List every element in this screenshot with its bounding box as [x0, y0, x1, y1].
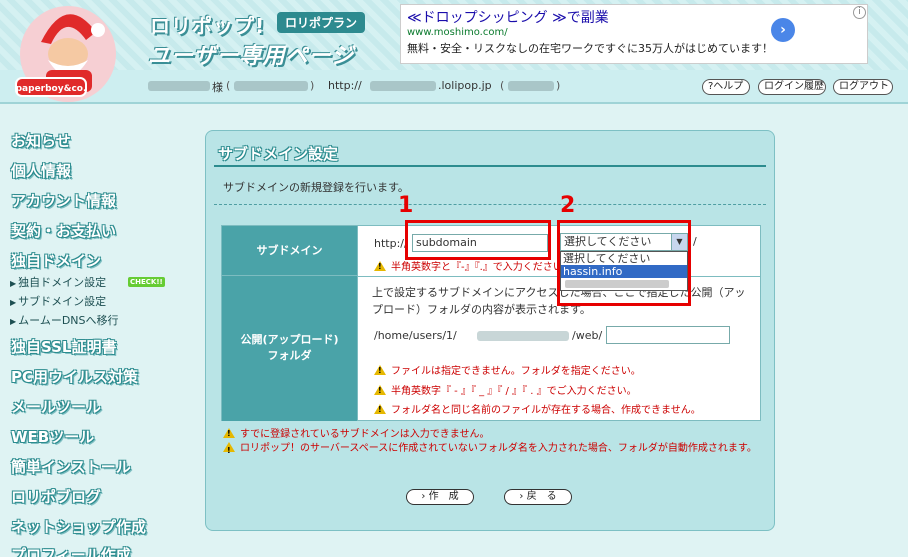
path-suffix: /web/: [572, 329, 603, 342]
page-description: サブドメインの新規登録を行います。: [223, 181, 409, 194]
header: paperboy&co. ロリポップ! ロリポプラン ユーザー専用ページ ≪ドロ…: [0, 0, 908, 104]
annotation-number-2: 2: [560, 193, 576, 218]
sidebar-item-profile[interactable]: プロフィール作成: [11, 544, 131, 557]
ad-banner[interactable]: ≪ドロップシッピング ≫で副業 www.moshimo.com/ 無料・安全・リ…: [400, 4, 868, 64]
paren-close: ): [556, 79, 561, 92]
sidebar-sub-label: サブドメイン設定: [18, 295, 107, 308]
sidebar-item-domain[interactable]: 独自ドメイン: [11, 250, 101, 271]
sidebar: お知らせ 個人情報 アカウント情報 契約・お支払い 独自ドメイン ▶ 独自ドメイン…: [0, 106, 175, 557]
slash-text: /: [693, 235, 697, 248]
triangle-right-icon: ▶: [10, 279, 17, 288]
scrollbar[interactable]: [893, 104, 908, 557]
logo-subtitle: ユーザー専用ページ: [148, 44, 355, 69]
subdomain-input[interactable]: subdomain: [412, 234, 548, 252]
sidebar-sub-subdomain-settings[interactable]: ▶ サブドメイン設定: [10, 293, 106, 309]
sidebar-item-easy-install[interactable]: 簡単インストール: [11, 456, 131, 477]
triangle-right-icon: ▶: [10, 317, 17, 326]
sidebar-item-mail[interactable]: メールツール: [11, 396, 101, 417]
title-divider: [214, 165, 766, 167]
plan-badge: ロリポプラン: [277, 12, 366, 33]
row-label-public-folder: 公開(アップロード) フォルダ: [222, 276, 358, 421]
dropdown-option[interactable]: 選択してください: [561, 252, 687, 265]
warning-icon: [223, 442, 235, 458]
sidebar-item-web-tools[interactable]: WEBツール: [11, 426, 94, 447]
url-prefix: http://: [328, 79, 362, 92]
sidebar-sub-muumuu-dns[interactable]: ▶ ムームーDNSへ移行: [10, 312, 119, 328]
domain-select[interactable]: 選択してください ▼: [560, 233, 688, 251]
warning-text: 半角英数字と『-』『.』で入力ください。: [391, 262, 573, 273]
user-id-redacted: [234, 81, 308, 91]
warning-icon: [223, 428, 235, 438]
warning-half-width: 半角英数字と『-』『.』で入力ください。: [374, 258, 573, 273]
warning-text: すでに登録されているサブドメインは入力できません。: [240, 429, 490, 440]
annotation-number-1: 1: [398, 193, 414, 218]
chevron-down-icon[interactable]: ▼: [671, 234, 687, 250]
sidebar-item-ssl[interactable]: 独自SSL証明書: [11, 336, 117, 357]
back-button[interactable]: › 戻 る: [504, 489, 572, 505]
login-history-button[interactable]: ログイン履歴: [758, 79, 826, 95]
path-prefix: /home/users/1/: [374, 329, 457, 342]
create-button[interactable]: › 作 成: [406, 489, 474, 505]
url-suffix: .lolipop.jp: [438, 79, 492, 92]
warning-text: 半角英数字『 - 』『 _ 』『 / 』『 . 』でご入力ください。: [391, 386, 637, 397]
sidebar-item-account[interactable]: アカウント情報: [11, 190, 116, 211]
warning-text: ファイルは指定できません。フォルダを指定ください。: [391, 366, 641, 377]
warning-text: フォルダ名と同じ名前のファイルが存在する場合、作成できません。: [391, 405, 701, 416]
url-extra-redacted: [508, 81, 554, 91]
subdomain-panel: サブドメイン設定 サブドメインの新規登録を行います。 サブドメイン 公開(アップ…: [205, 130, 775, 531]
sidebar-item-news[interactable]: お知らせ: [11, 130, 71, 151]
row-label-line: 公開(アップロード): [240, 333, 339, 346]
info-icon[interactable]: i: [853, 6, 866, 19]
sidebar-item-antivirus[interactable]: PC用ウイルス対策: [11, 366, 138, 387]
sidebar-sub-label: ムームーDNSへ移行: [18, 314, 119, 327]
path-redacted: [477, 331, 569, 341]
sidebar-sub-domain-settings[interactable]: ▶ 独自ドメイン設定: [10, 274, 106, 290]
check-badge: CHECK!!: [128, 277, 165, 287]
http-prefix: http://: [374, 237, 408, 250]
row-label-subdomain: サブドメイン: [222, 226, 358, 276]
warning-icon: [374, 365, 386, 375]
warning-registered: すでに登録されているサブドメインは入力できません。: [223, 425, 490, 440]
sidebar-item-netshop[interactable]: ネットショップ作成: [11, 516, 146, 537]
mascot-label: paperboy&co.: [16, 84, 87, 94]
ad-url[interactable]: www.moshimo.com/: [407, 27, 508, 38]
paren-close: ): [310, 79, 315, 92]
chevron-right-icon[interactable]: ›: [771, 18, 795, 42]
warning-characters: 半角英数字『 - 』『 _ 』『 / 』『 . 』でご入力ください。: [374, 382, 637, 397]
dropdown-option-selected[interactable]: hassin.info: [561, 265, 687, 278]
logout-button[interactable]: ログアウト: [833, 79, 893, 95]
sidebar-item-blog[interactable]: ロリポブログ: [11, 486, 101, 507]
warning-folder: ファイルは指定できません。フォルダを指定ください。: [374, 362, 641, 377]
ad-description: 無料・安全・リスクなしの在宅ワークですぐに35万人がはじめています！: [407, 42, 773, 55]
warning-icon: [374, 404, 386, 414]
warning-icon: [374, 261, 386, 271]
user-name-redacted: [148, 81, 210, 91]
paren-open: (: [226, 79, 231, 92]
page-title: サブドメイン設定: [218, 145, 339, 163]
paren-open: (: [500, 79, 505, 92]
warning-text: ロリポップ！のサーバースペースに作成されていないフォルダ名を入力された場合、フォ…: [240, 443, 757, 454]
form-table: サブドメイン 公開(アップロード) フォルダ http:// subdomain…: [221, 225, 761, 421]
sidebar-sub-label: 独自ドメイン設定: [18, 276, 107, 289]
help-button[interactable]: ?ヘルプ: [702, 79, 750, 95]
logo-title: ロリポップ!: [150, 14, 266, 38]
ad-title[interactable]: ≪ドロップシッピング ≫で副業: [407, 7, 609, 27]
user-honorific: 様: [212, 81, 223, 94]
triangle-right-icon: ▶: [10, 298, 17, 307]
dropdown-option-redacted[interactable]: [565, 280, 669, 288]
mascot-logo[interactable]: paperboy&co.: [6, 2, 140, 102]
sidebar-item-personal[interactable]: 個人情報: [11, 160, 71, 181]
domain-dropdown[interactable]: 選択してください hassin.info: [560, 251, 688, 291]
row-label-line: フォルダ: [267, 349, 312, 362]
url-redacted: [370, 81, 436, 91]
domain-select-value: 選択してください: [564, 235, 652, 248]
warning-auto-create: ロリポップ！のサーバースペースに作成されていないフォルダ名を入力された場合、フォ…: [223, 441, 763, 458]
folder-input[interactable]: [606, 326, 730, 344]
dotted-divider: [214, 204, 766, 205]
warning-same-name: フォルダ名と同じ名前のファイルが存在する場合、作成できません。: [374, 401, 701, 416]
warning-icon: [374, 385, 386, 395]
sidebar-item-contract[interactable]: 契約・お支払い: [11, 220, 116, 241]
